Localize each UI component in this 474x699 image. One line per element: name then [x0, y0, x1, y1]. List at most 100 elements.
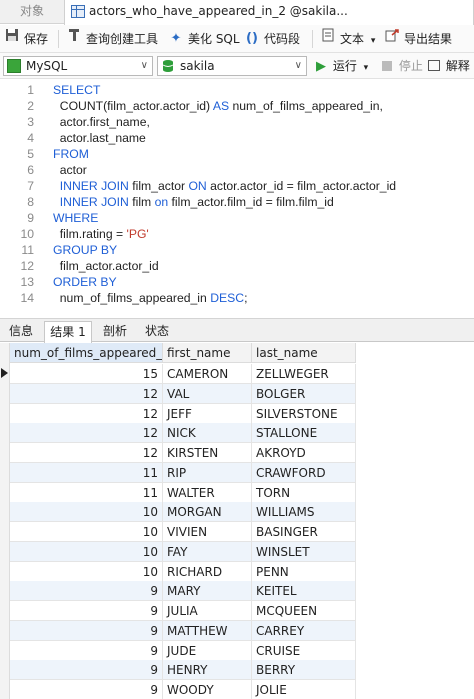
cell-num-of-films[interactable]: 10: [10, 522, 163, 542]
table-row[interactable]: 10 FAY WINSLET: [10, 541, 356, 562]
sql-keyword: GROUP BY: [53, 243, 118, 257]
column-header-num-of-films[interactable]: num_of_films_appeared_in: [10, 343, 163, 363]
cell-last-name[interactable]: SILVERSTONE: [252, 403, 356, 424]
cell-first-name[interactable]: KIRSTEN: [163, 443, 252, 463]
cell-last-name[interactable]: TORN: [252, 482, 356, 503]
cell-num-of-films[interactable]: 12: [10, 423, 163, 444]
cell-last-name[interactable]: WINSLET: [252, 541, 356, 562]
server-select[interactable]: MySQL ∨: [3, 56, 153, 76]
cell-first-name[interactable]: VIVIEN: [163, 522, 252, 542]
code-text: INNER JOIN film_actor ON actor.actor_id …: [53, 178, 396, 194]
table-row[interactable]: 12 VAL BOLGER: [10, 383, 356, 404]
column-header-last-name[interactable]: last_name: [252, 343, 356, 363]
cell-last-name[interactable]: PENN: [252, 561, 356, 582]
cell-first-name[interactable]: JEFF: [163, 403, 252, 424]
cell-first-name[interactable]: FAY: [163, 541, 252, 562]
cell-first-name[interactable]: NICK: [163, 423, 252, 444]
cell-num-of-films[interactable]: 15: [10, 364, 163, 384]
cell-num-of-films[interactable]: 9: [10, 581, 163, 602]
cell-first-name[interactable]: MARY: [163, 581, 252, 602]
cell-last-name[interactable]: ZELLWEGER: [252, 364, 356, 384]
cell-last-name[interactable]: CARREY: [252, 620, 356, 641]
table-row[interactable]: 12 JEFF SILVERSTONE: [10, 403, 356, 424]
export-result-button[interactable]: 导出结果: [384, 28, 452, 50]
cell-last-name[interactable]: STALLONE: [252, 423, 356, 444]
cell-num-of-films[interactable]: 10: [10, 541, 163, 562]
table-row[interactable]: 9 JUDE CRUISE: [10, 640, 356, 661]
cell-last-name[interactable]: JOLIE: [252, 680, 356, 699]
table-row[interactable]: 9 JULIA MCQUEEN: [10, 601, 356, 621]
cell-first-name[interactable]: VAL: [163, 383, 252, 404]
table-row[interactable]: 10 VIVIEN BASINGER: [10, 522, 356, 542]
table-row[interactable]: 11 WALTER TORN: [10, 482, 356, 503]
cell-last-name[interactable]: CRAWFORD: [252, 462, 356, 483]
explain-button[interactable]: 解释: [428, 56, 470, 76]
cell-num-of-films[interactable]: 11: [10, 462, 163, 483]
table-row[interactable]: 11 RIP CRAWFORD: [10, 462, 356, 483]
tab-info[interactable]: 信息: [2, 321, 40, 342]
cell-last-name[interactable]: AKROYD: [252, 443, 356, 463]
sql-editor[interactable]: 1 SELECT 2 COUNT(film_actor.actor_id) AS n…: [0, 80, 474, 316]
cell-last-name[interactable]: BOLGER: [252, 383, 356, 404]
table-row[interactable]: 10 MORGAN WILLIAMS: [10, 502, 356, 523]
cell-first-name[interactable]: WALTER: [163, 482, 252, 503]
cell-last-name[interactable]: MCQUEEN: [252, 601, 356, 621]
database-icon: [161, 59, 175, 73]
cell-num-of-films[interactable]: 9: [10, 601, 163, 621]
tab-profile[interactable]: 剖析: [96, 321, 134, 342]
cell-num-of-films[interactable]: 9: [10, 680, 163, 699]
database-select[interactable]: sakila ∨: [157, 56, 307, 76]
cell-num-of-films[interactable]: 11: [10, 482, 163, 503]
cell-first-name[interactable]: MATTHEW: [163, 620, 252, 641]
run-button[interactable]: ▶ 运行 ▾: [316, 56, 368, 76]
cell-last-name[interactable]: CRUISE: [252, 640, 356, 661]
cell-num-of-films[interactable]: 12: [10, 383, 163, 404]
cell-first-name[interactable]: MORGAN: [163, 502, 252, 523]
beautify-sql-button[interactable]: ✦ 美化 SQL: [168, 28, 240, 50]
cell-first-name[interactable]: RIP: [163, 462, 252, 483]
tab-query[interactable]: actors_who_have_appeared_in_2 @sakila...: [64, 0, 474, 25]
cell-first-name[interactable]: JUDE: [163, 640, 252, 661]
cell-num-of-films[interactable]: 10: [10, 561, 163, 582]
table-row[interactable]: 12 KIRSTEN AKROYD: [10, 443, 356, 463]
cell-num-of-films[interactable]: 9: [10, 660, 163, 681]
table-row[interactable]: 15 CAMERON ZELLWEGER: [10, 364, 356, 384]
table-row[interactable]: 9 WOODY JOLIE: [10, 680, 356, 699]
save-button[interactable]: 保存: [4, 28, 48, 50]
table-row[interactable]: 9 HENRY BERRY: [10, 660, 356, 681]
tab-status[interactable]: 状态: [138, 321, 176, 342]
cell-last-name[interactable]: BERRY: [252, 660, 356, 681]
tab-objects[interactable]: 对象: [0, 0, 64, 24]
text-button[interactable]: 文本 ▾: [320, 28, 375, 50]
current-row-pointer-icon: [1, 368, 8, 378]
database-select-value: sakila: [180, 59, 215, 73]
column-header-first-name[interactable]: first_name: [163, 343, 252, 363]
cell-num-of-films[interactable]: 12: [10, 403, 163, 424]
stop-icon: [382, 61, 392, 71]
cell-first-name[interactable]: JULIA: [163, 601, 252, 621]
cell-num-of-films[interactable]: 12: [10, 443, 163, 463]
table-row[interactable]: 9 MATTHEW CARREY: [10, 620, 356, 641]
cell-first-name[interactable]: RICHARD: [163, 561, 252, 582]
tab-result-1[interactable]: 结果 1: [44, 321, 92, 343]
code-snippet-button[interactable]: () 代码段: [244, 28, 300, 50]
cell-last-name[interactable]: WILLIAMS: [252, 502, 356, 523]
cell-last-name[interactable]: BASINGER: [252, 522, 356, 542]
cell-num-of-films[interactable]: 9: [10, 640, 163, 661]
cell-first-name[interactable]: HENRY: [163, 660, 252, 681]
cell-num-of-films[interactable]: 9: [10, 620, 163, 641]
code-line: 1 SELECT: [0, 82, 474, 98]
line-number: 10: [20, 227, 34, 241]
code-snippet-icon: (): [246, 31, 258, 46]
sql-text: film_actor: [128, 179, 189, 193]
cell-num-of-films[interactable]: 10: [10, 502, 163, 523]
cell-first-name[interactable]: CAMERON: [163, 364, 252, 384]
stop-button[interactable]: 停止: [382, 56, 423, 76]
result-grid[interactable]: num_of_films_appeared_in first_name last…: [0, 343, 474, 699]
query-builder-button[interactable]: 查询创建工具: [66, 28, 158, 50]
cell-last-name[interactable]: KEITEL: [252, 581, 356, 602]
cell-first-name[interactable]: WOODY: [163, 680, 252, 699]
table-row[interactable]: 10 RICHARD PENN: [10, 561, 356, 582]
table-row[interactable]: 12 NICK STALLONE: [10, 423, 356, 444]
table-row[interactable]: 9 MARY KEITEL: [10, 581, 356, 602]
